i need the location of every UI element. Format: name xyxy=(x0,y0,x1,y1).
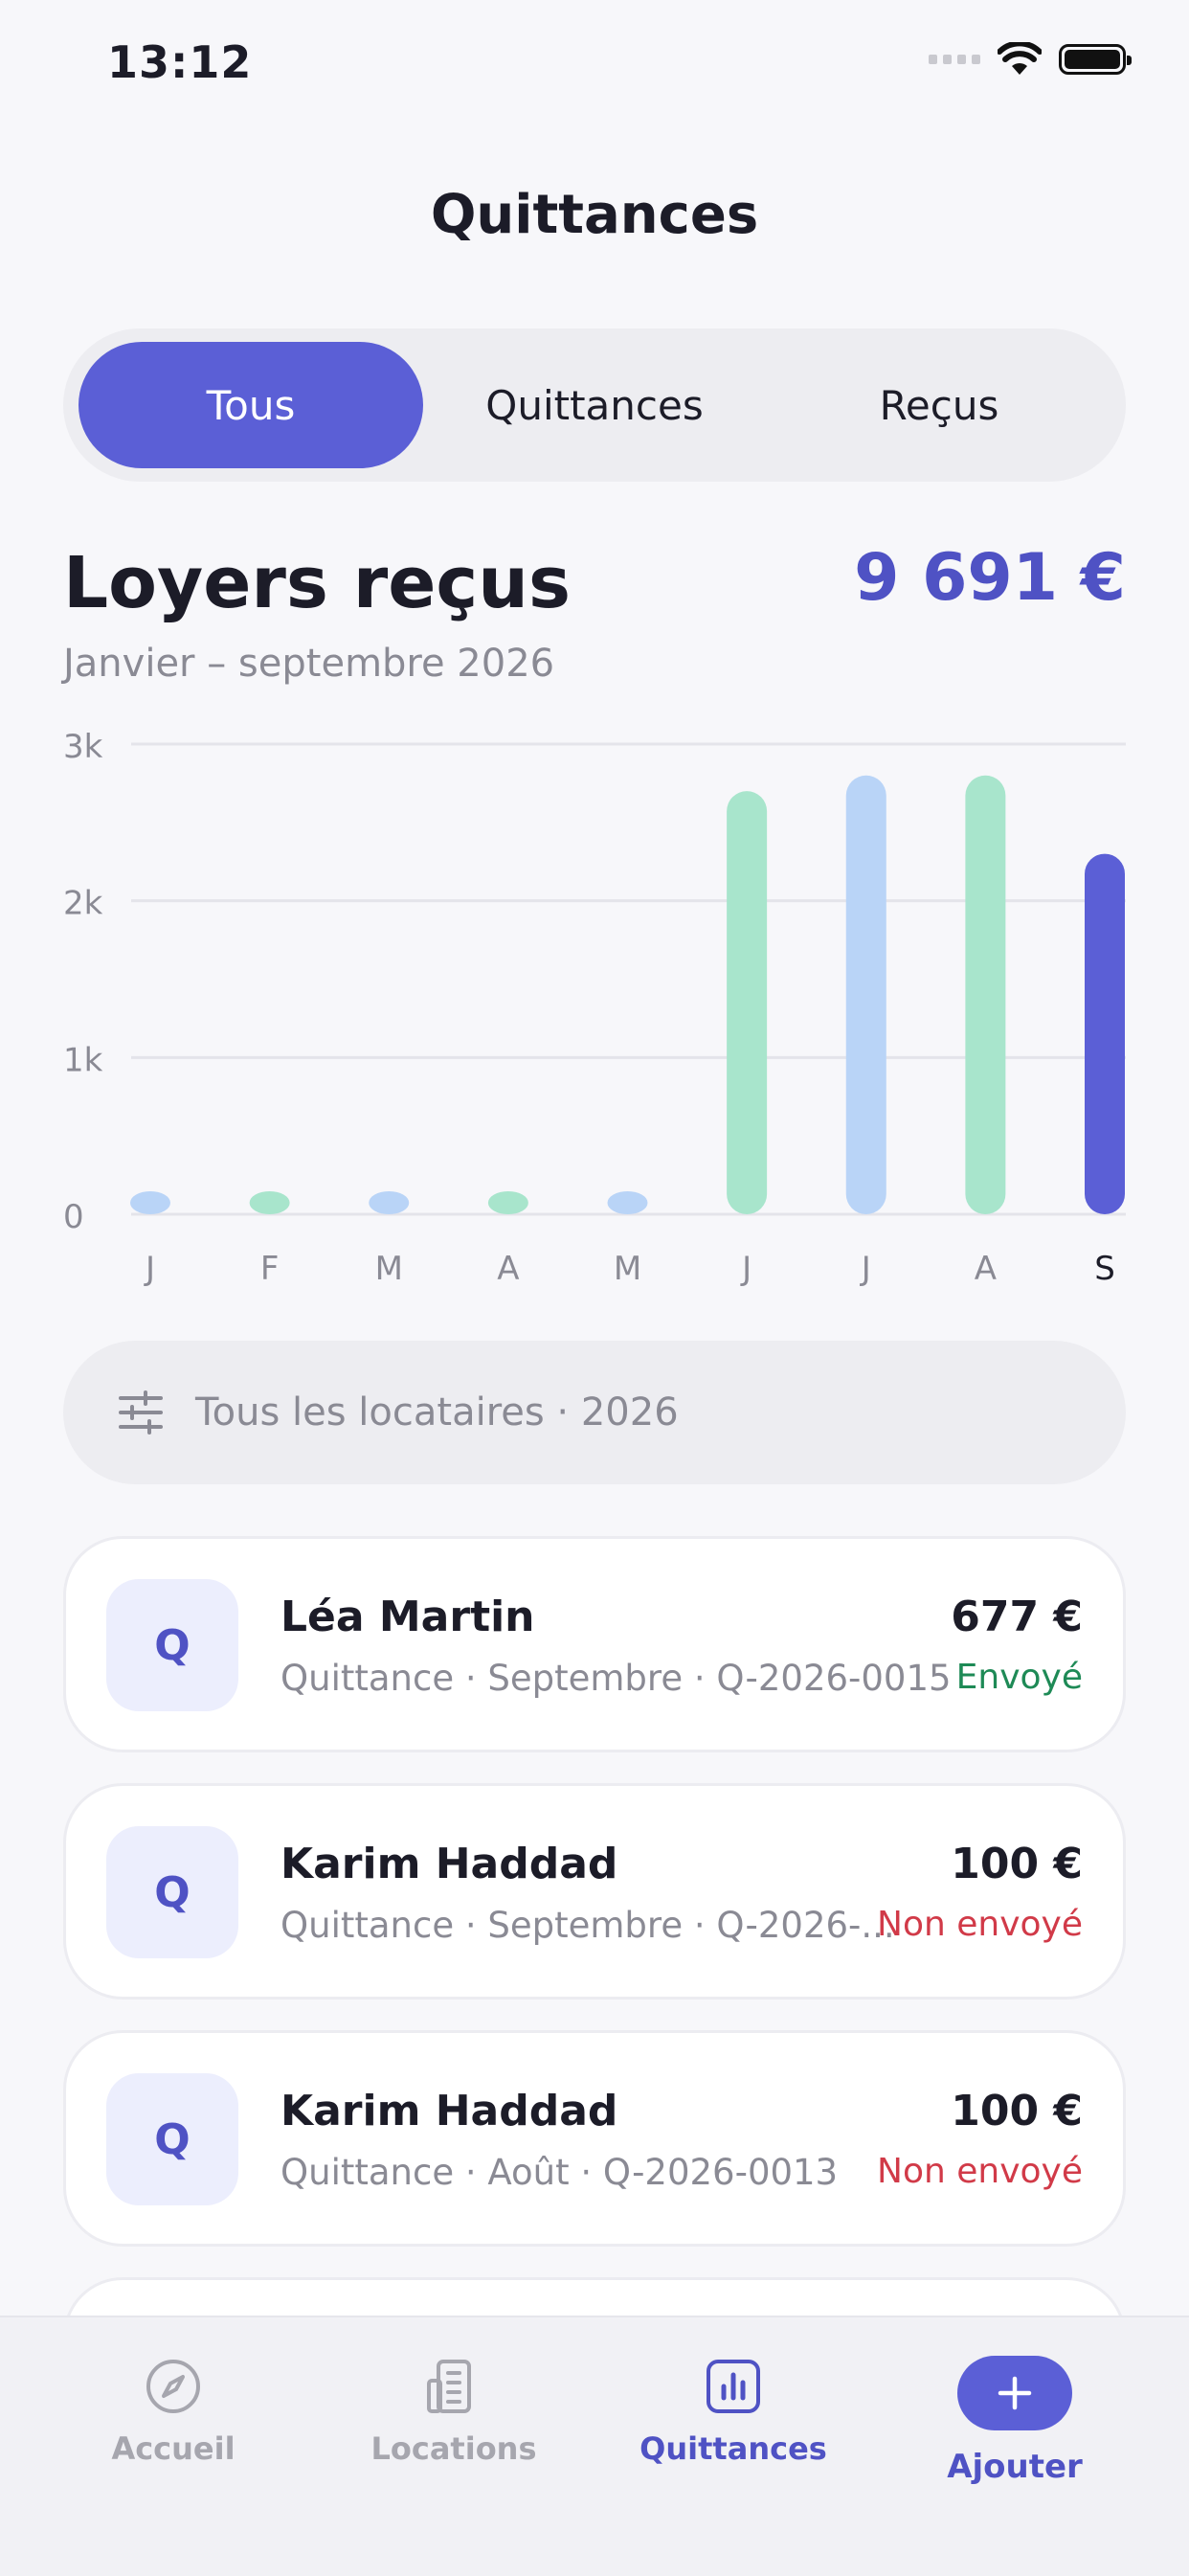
chart-bar xyxy=(607,1191,648,1214)
receipt-amount: 677 € xyxy=(951,1593,1083,1641)
tenant-name: Karim Haddad xyxy=(280,1840,618,1888)
x-tick-label: M xyxy=(614,1250,641,1288)
plus-icon xyxy=(998,2376,1032,2410)
status-label: Envoyé xyxy=(955,1658,1083,1697)
section-period: Janvier – septembre 2026 xyxy=(63,642,555,686)
sliders-icon xyxy=(119,1390,163,1435)
chart-icon xyxy=(707,2360,760,2413)
x-tick-label: A xyxy=(497,1250,519,1288)
building-icon xyxy=(427,2360,471,2413)
cellular-signal-icon xyxy=(929,55,980,64)
segment-tous[interactable]: Tous xyxy=(79,342,423,468)
section-title: Loyers reçus xyxy=(63,542,571,624)
chart-bar xyxy=(487,1191,528,1214)
tab-label: Locations xyxy=(370,2430,537,2467)
tab-label: Ajouter xyxy=(947,2448,1083,2486)
status-label: Non envoyé xyxy=(877,1905,1083,1944)
x-tick-label: S xyxy=(1094,1250,1115,1288)
receipt-detail: Quittance · Septembre · Q-2026-0015 xyxy=(280,1658,952,1699)
status-label: Non envoyé xyxy=(877,2152,1083,2191)
status-time: 13:12 xyxy=(107,36,253,88)
tab-locations[interactable]: Locations xyxy=(339,2356,569,2467)
status-icons xyxy=(929,42,1132,77)
wifi-icon xyxy=(998,42,1042,75)
x-tick-label: F xyxy=(260,1250,280,1288)
battery-icon xyxy=(1059,44,1132,75)
receipt-badge: Q xyxy=(106,1579,238,1711)
segment-quittances[interactable]: Quittances xyxy=(422,342,767,468)
tab-ajouter[interactable]: Ajouter xyxy=(900,2356,1130,2486)
x-tick-label: J xyxy=(144,1250,155,1288)
tab-accueil[interactable]: Accueil xyxy=(58,2356,288,2467)
tab-label: Accueil xyxy=(111,2430,236,2467)
receipt-badge: Q xyxy=(106,1826,238,1958)
tenant-name: Léa Martin xyxy=(280,1593,535,1641)
chart-bar xyxy=(130,1191,170,1214)
chart-bar xyxy=(249,1191,290,1214)
tab-label: Quittances xyxy=(639,2430,827,2467)
tab-quittances[interactable]: Quittances xyxy=(618,2356,848,2467)
x-tick-label: J xyxy=(740,1250,752,1288)
chart-bar xyxy=(1085,853,1125,1214)
page-title: Quittances xyxy=(430,184,759,246)
tenant-name: Karim Haddad xyxy=(280,2087,618,2135)
receipt-amount: 100 € xyxy=(951,1840,1083,1888)
chart-bar xyxy=(965,775,1006,1214)
receipt-card[interactable]: Q Léa Martin Quittance · Septembre · Q-2… xyxy=(63,1536,1126,1752)
y-tick-label: 3k xyxy=(63,728,103,766)
y-tick-label: 2k xyxy=(63,885,103,923)
segmented-control: Tous Quittances Reçus xyxy=(63,328,1126,482)
x-tick-label: M xyxy=(375,1250,403,1288)
x-tick-label: J xyxy=(860,1250,871,1288)
rent-bar-chart: 0 1k 2k 3k J F M A M J J A S xyxy=(63,728,1126,1288)
add-button[interactable] xyxy=(957,2356,1072,2430)
segment-recus[interactable]: Reçus xyxy=(767,342,1111,468)
chart-bar xyxy=(727,791,768,1214)
y-tick-label: 0 xyxy=(63,1198,84,1236)
receipt-detail: Quittance · Août · Q-2026-0013 xyxy=(280,2152,839,2193)
tenant-filter-button[interactable]: Tous les locataires · 2026 xyxy=(63,1341,1126,1484)
receipt-detail: Quittance · Septembre · Q-2026-... xyxy=(280,1905,895,1946)
x-tick-label: A xyxy=(975,1250,997,1288)
y-tick-label: 1k xyxy=(63,1041,103,1079)
receipt-badge: Q xyxy=(106,2073,238,2205)
tab-bar: Accueil Locations Quittances Ajouter xyxy=(0,2316,1189,2576)
receipt-card[interactable]: Q Karim Haddad Quittance · Août · Q-2026… xyxy=(63,2030,1126,2247)
filter-label: Tous les locataires · 2026 xyxy=(195,1390,679,1435)
receipt-amount: 100 € xyxy=(951,2087,1083,2135)
chart-bar xyxy=(845,775,886,1214)
receipt-card[interactable]: Q Karim Haddad Quittance · Septembre · Q… xyxy=(63,1783,1126,2000)
total-amount: 9 691 € xyxy=(854,540,1126,616)
chart-bar xyxy=(369,1191,410,1214)
compass-icon xyxy=(146,2360,200,2413)
